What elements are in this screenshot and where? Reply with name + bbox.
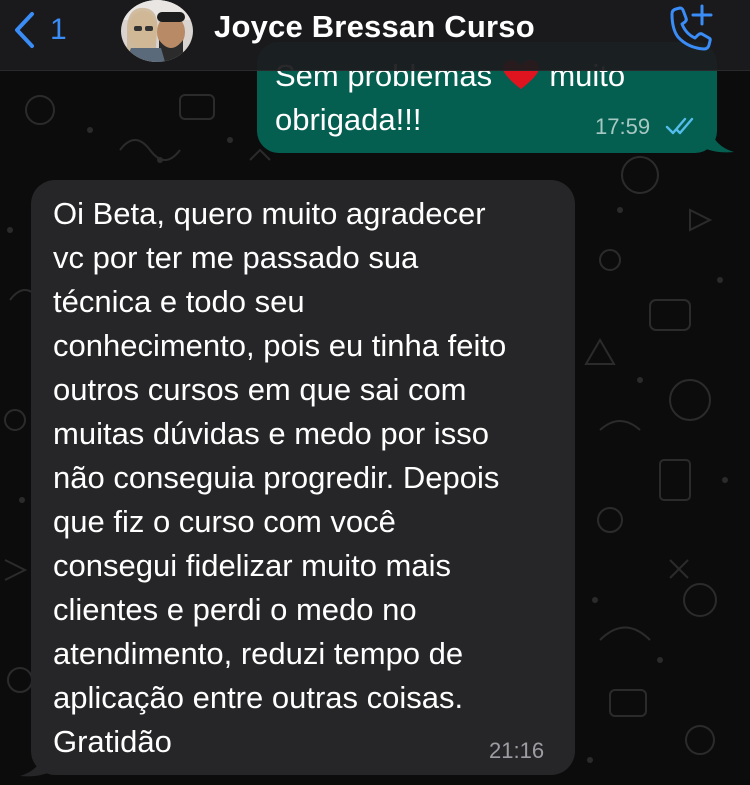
avatar-photo: [121, 0, 193, 62]
incoming-message-bubble[interactable]: Oi Beta, quero muito agradecer vc por te…: [31, 180, 575, 775]
message-line: vc por ter me passado sua: [53, 240, 419, 275]
message-timestamp: 21:16: [489, 738, 545, 763]
outgoing-message-line2: obrigada!!!: [275, 102, 422, 137]
message-timestamp: 17:59: [595, 114, 651, 139]
message-line: outros cursos em que sai com: [53, 372, 467, 407]
message-line: que fiz o curso com você: [53, 504, 396, 539]
message-line: clientes e perdi o medo no: [53, 592, 417, 627]
phone-plus-icon: [670, 4, 713, 51]
message-line: aplicação entre outras coisas.: [53, 680, 464, 715]
message-line: não conseguia progredir. Depois: [53, 460, 500, 495]
message-line: Oi Beta, quero muito agradecer: [53, 196, 486, 231]
call-button[interactable]: [664, 2, 716, 52]
double-check-icon: [665, 117, 694, 135]
contact-name[interactable]: Joyce Bressan Curso: [214, 9, 535, 45]
incoming-message-text: Oi Beta, quero muito agradecer vc por te…: [53, 192, 568, 764]
message-line: técnica e todo seu: [53, 284, 305, 319]
back-button[interactable]: 1: [12, 8, 67, 52]
incoming-bubble-tail: [20, 752, 54, 777]
chat-header: 1 Joyce Bressan Curso: [0, 0, 750, 71]
chevron-left-icon: [15, 12, 34, 48]
message-line: consegui fidelizar muito mais: [53, 548, 452, 583]
avatar[interactable]: [121, 0, 193, 62]
outgoing-bubble-tail: [700, 128, 734, 153]
unread-count: 1: [50, 13, 67, 46]
chat-screen: Sem problemas muito obrigada!!! 17:59 Oi…: [0, 0, 750, 785]
bottom-edge: [0, 780, 750, 785]
message-line: conhecimento, pois eu tinha feito: [53, 328, 507, 363]
message-line: atendimento, reduzi tempo de: [53, 636, 464, 671]
message-line: muitas dúvidas e medo por isso: [53, 416, 489, 451]
